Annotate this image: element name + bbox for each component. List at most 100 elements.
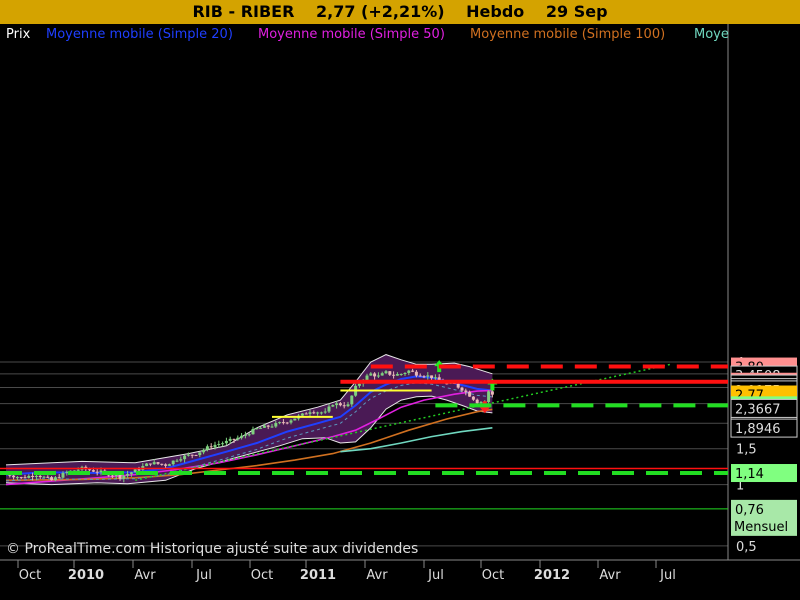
candle-body (490, 391, 494, 395)
x-tick-label: 2010 (68, 568, 104, 583)
candle-body (259, 427, 263, 429)
candle-body (213, 444, 217, 448)
candle-body (160, 463, 164, 465)
candle-body (266, 425, 270, 427)
candle-body (65, 471, 69, 473)
date-label: 29 Sep (545, 2, 608, 21)
candle-body (12, 475, 16, 478)
x-tick-label: Oct (19, 568, 41, 583)
candle-body (392, 374, 396, 376)
candle-body (323, 411, 327, 413)
candle-body (57, 477, 61, 479)
candle-body (407, 370, 411, 374)
candle-body (331, 405, 335, 407)
candle-body (430, 375, 434, 379)
candle-body (171, 460, 175, 465)
candle-body (247, 434, 251, 436)
candle-body (373, 373, 377, 377)
candle-body (175, 460, 179, 462)
candle-body (342, 405, 346, 407)
candle-body (346, 404, 350, 407)
candle-body (145, 463, 149, 467)
candle-body (487, 391, 491, 402)
candle-body (224, 440, 228, 444)
price-label: 0,76 (735, 503, 764, 518)
x-tick-label: Oct (482, 568, 504, 583)
candle-body (403, 373, 407, 375)
candle-body (221, 443, 225, 445)
candle-body (198, 452, 202, 456)
candle-body (228, 438, 232, 441)
candle-body (464, 390, 468, 392)
candle-body (285, 422, 289, 424)
candle-body (110, 475, 114, 477)
candle-body (422, 376, 426, 378)
candle-body (190, 454, 194, 456)
candle-body (152, 462, 156, 465)
candle-body (304, 413, 308, 415)
candle-body (289, 420, 293, 423)
candle-body (475, 399, 479, 404)
candle-body (479, 402, 483, 404)
candle-body (308, 412, 312, 414)
x-tick-label: Jul (427, 568, 444, 583)
x-tick-label: Oct (251, 568, 273, 583)
candle-body (274, 422, 278, 427)
candle-body (31, 475, 35, 477)
candle-body (38, 475, 42, 478)
chart-background (0, 24, 800, 600)
candle-body (61, 472, 65, 478)
candle-body (278, 422, 282, 424)
x-tick-label: 2011 (300, 568, 336, 583)
candle-body (411, 370, 415, 372)
x-tick-label: Jul (659, 568, 676, 583)
price-label: 2,3667 (735, 402, 781, 417)
candle-body (15, 477, 19, 479)
candle-body (27, 475, 31, 478)
candle-body (122, 475, 126, 479)
candle-body (183, 455, 187, 460)
candle-body (164, 464, 168, 466)
candle-body (240, 435, 244, 438)
x-tick-label: Avr (366, 568, 388, 583)
candle-body (300, 413, 304, 416)
candle-body (50, 477, 54, 481)
candle-body (384, 371, 388, 374)
candle-body (42, 476, 46, 478)
candle-body (365, 375, 369, 381)
legend-price: Prix (6, 27, 31, 42)
price-chart[interactable]: 43,532,521,510,53,803,45083,203,1182,994… (0, 24, 800, 600)
indicator-label: Mensuel (734, 520, 788, 535)
candle-body (53, 477, 57, 481)
candle-body (118, 474, 122, 479)
candle-body (179, 459, 183, 461)
candle-body (34, 475, 38, 477)
candle-body (399, 373, 403, 375)
candle-body (129, 472, 133, 474)
legend: Prix Moyenne mobile (Simple 20) Moyenne … (6, 27, 729, 42)
candle-body (19, 477, 23, 479)
candle-body (148, 463, 152, 465)
chart-header: RIB - RIBER 2,77 (+2,21%) Hebdo 29 Sep (0, 0, 800, 24)
candle-body (357, 383, 361, 386)
candle-body (293, 418, 297, 421)
candle-body (251, 428, 255, 435)
candle-body (433, 377, 437, 379)
period-label: Hebdo (466, 2, 525, 21)
candle-body (388, 371, 392, 375)
candle-body (236, 437, 240, 440)
legend-ma-more: Moye (694, 27, 729, 42)
candle-body (319, 412, 323, 414)
candle-body (456, 383, 460, 388)
candle-body (327, 406, 331, 412)
x-tick-label: Avr (134, 568, 156, 583)
candle-body (186, 454, 190, 456)
legend-ma100: Moyenne mobile (Simple 100) (470, 27, 665, 42)
candle-body (194, 455, 198, 457)
candle-body (202, 449, 206, 453)
candle-body (460, 387, 464, 391)
candle-body (312, 412, 316, 414)
candle-body (414, 371, 418, 376)
legend-ma50: Moyenne mobile (Simple 50) (258, 27, 445, 42)
y-tick-label: 1,5 (736, 443, 757, 458)
